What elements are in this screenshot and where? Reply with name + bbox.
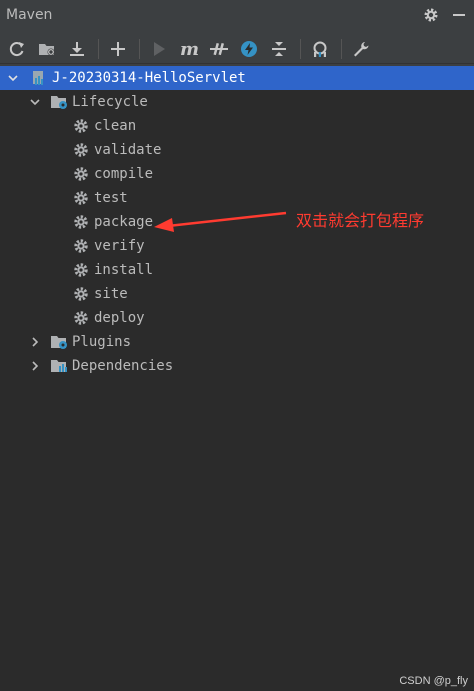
toolbar-separator bbox=[139, 38, 140, 59]
chevron-down-icon[interactable] bbox=[28, 95, 42, 109]
chevron-right-icon[interactable] bbox=[28, 335, 42, 349]
phase-label: compile bbox=[94, 166, 154, 182]
gear-icon bbox=[72, 141, 90, 159]
toolbar-separator bbox=[98, 38, 99, 59]
tree-item-dependencies[interactable]: Dependencies bbox=[0, 354, 474, 378]
settings-wrench-icon[interactable] bbox=[350, 38, 372, 60]
skip-tests-icon[interactable] bbox=[208, 38, 230, 60]
maven-toolbar: m bbox=[0, 34, 474, 64]
svg-text:m: m bbox=[180, 40, 199, 58]
phase-label: package bbox=[94, 214, 154, 230]
gear-icon bbox=[72, 309, 90, 327]
panel-title: Maven bbox=[6, 7, 53, 23]
gear-icon bbox=[72, 285, 90, 303]
download-icon[interactable] bbox=[66, 38, 88, 60]
gear-icon bbox=[72, 213, 90, 231]
tree-item-project[interactable]: J-20230314-HelloServlet bbox=[0, 66, 474, 90]
collapse-icon[interactable] bbox=[268, 38, 290, 60]
toolbar-separator bbox=[341, 38, 342, 59]
add-icon[interactable] bbox=[107, 38, 129, 60]
reload-icon[interactable] bbox=[6, 38, 28, 60]
watermark: CSDN @p_fly bbox=[399, 675, 468, 687]
tree-item-plugins[interactable]: Plugins bbox=[0, 330, 474, 354]
lifecycle-folder-icon bbox=[50, 93, 68, 111]
maven-project-icon bbox=[30, 69, 48, 87]
lifecycle-label: Lifecycle bbox=[72, 94, 148, 110]
offline-icon[interactable] bbox=[238, 38, 260, 60]
tree-item-lifecycle[interactable]: Lifecycle bbox=[0, 90, 474, 114]
annotation-text: 双击就会打包程序 bbox=[296, 211, 425, 230]
gear-icon bbox=[72, 165, 90, 183]
tree-item-phase[interactable]: site bbox=[0, 282, 474, 306]
tree-item-phase[interactable]: compile bbox=[0, 162, 474, 186]
phase-label: install bbox=[94, 262, 154, 278]
gear-icon bbox=[72, 261, 90, 279]
tool-window-header: Maven bbox=[0, 0, 474, 30]
tree-item-phase[interactable]: validate bbox=[0, 138, 474, 162]
chevron-right-icon[interactable] bbox=[28, 359, 42, 373]
run-icon[interactable] bbox=[148, 38, 170, 60]
phase-label: deploy bbox=[94, 310, 145, 326]
gear-icon bbox=[72, 189, 90, 207]
annotation-arrow bbox=[154, 211, 287, 232]
chevron-down-icon[interactable] bbox=[6, 71, 20, 85]
dependencies-label: Dependencies bbox=[72, 358, 174, 374]
phase-label: verify bbox=[94, 238, 145, 254]
phase-label: clean bbox=[94, 118, 137, 134]
maven-projects-tree: J-20230314-HelloServlet Lifecycle clean … bbox=[0, 66, 474, 691]
plugins-label: Plugins bbox=[72, 334, 132, 350]
dependencies-folder-icon bbox=[50, 357, 68, 375]
tree-item-phase[interactable]: deploy bbox=[0, 306, 474, 330]
header-actions bbox=[422, 6, 468, 24]
plugins-folder-icon bbox=[50, 333, 68, 351]
analyze-icon[interactable] bbox=[309, 38, 331, 60]
tree-item-phase[interactable]: clean bbox=[0, 114, 474, 138]
folder-icon[interactable] bbox=[36, 38, 58, 60]
gear-icon bbox=[72, 117, 90, 135]
project-name: J-20230314-HelloServlet bbox=[52, 70, 246, 86]
gear-icon[interactable] bbox=[422, 6, 440, 24]
toolbar-separator bbox=[300, 38, 301, 59]
tree-item-phase[interactable]: install bbox=[0, 258, 474, 282]
phase-label: site bbox=[94, 286, 128, 302]
tree-item-phase[interactable]: verify bbox=[0, 234, 474, 258]
phase-label: test bbox=[94, 190, 128, 206]
phase-label: validate bbox=[94, 142, 162, 158]
gear-icon bbox=[72, 237, 90, 255]
maven-goal-icon[interactable]: m bbox=[178, 38, 200, 60]
minimize-icon[interactable] bbox=[450, 6, 468, 24]
